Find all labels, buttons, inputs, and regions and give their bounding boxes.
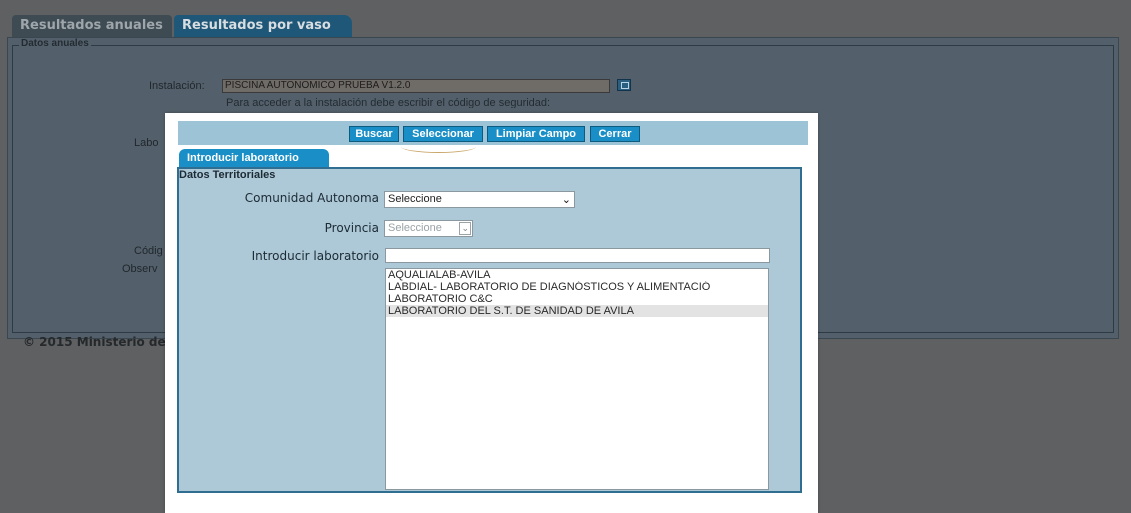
comunidad-select[interactable]: Seleccione ⌄ (384, 191, 575, 208)
instalacion-field[interactable]: PISCINA AUTONOMICO PRUEBA V1.2.0 (222, 79, 610, 93)
tab-introducir-laboratorio[interactable]: Introducir laboratorio (179, 149, 329, 167)
list-item[interactable]: LABDIAL- LABORATORIO DE DIAGNÓSTICOS Y A… (386, 281, 768, 293)
codigo-label: Códig (134, 245, 163, 257)
comunidad-label: Comunidad Autonoma (244, 191, 379, 205)
instalacion-label: Instalación: (149, 80, 205, 92)
chevron-down-icon: ⌄ (459, 222, 471, 235)
observaciones-label: Observ (122, 263, 158, 275)
highlight-mark (401, 140, 476, 153)
search-lookup-icon[interactable] (617, 79, 631, 91)
list-item[interactable]: AQUALIALAB-AVILA (386, 269, 768, 281)
section-title: Datos Territoriales (179, 169, 276, 181)
cerrar-button[interactable]: Cerrar (590, 126, 640, 142)
provincia-value: Seleccione (388, 222, 442, 234)
list-item-selected[interactable]: LABORATORIO DEL S.T. DE SANIDAD DE AVILA (386, 305, 768, 317)
chevron-down-icon: ⌄ (561, 194, 571, 206)
laboratorio-listbox[interactable]: AQUALIALAB-AVILA LABDIAL- LABORATORIO DE… (385, 268, 769, 490)
laboratorio-search-input[interactable] (385, 248, 770, 263)
list-item[interactable]: LABORATORIO C&C (386, 293, 768, 305)
lab-form-panel: Datos Territoriales Comunidad Autonoma S… (177, 167, 802, 493)
provincia-label: Provincia (324, 221, 379, 235)
security-help-text: Para acceder a la instalación debe escri… (226, 97, 551, 108)
comunidad-value: Seleccione (388, 193, 442, 205)
limpiar-campo-button[interactable]: Limpiar Campo (487, 126, 585, 142)
buscar-button[interactable]: Buscar (349, 126, 399, 142)
laboratorio-label: Labo (134, 137, 159, 149)
introducir-laboratorio-label: Introducir laboratorio (251, 249, 379, 263)
tab-resultados-anuales[interactable]: Resultados anuales (12, 15, 172, 37)
footer-copyright: © 2015 Ministerio de (23, 335, 166, 349)
lab-search-dialog: Buscar Seleccionar Limpiar Campo Cerrar … (165, 113, 818, 513)
fieldset-legend: Datos anuales (19, 38, 91, 49)
dialog-toolbar: Buscar Seleccionar Limpiar Campo Cerrar (178, 121, 808, 145)
tab-resultados-por-vaso[interactable]: Resultados por vaso (174, 15, 352, 37)
provincia-select[interactable]: Seleccione ⌄ (384, 220, 473, 237)
